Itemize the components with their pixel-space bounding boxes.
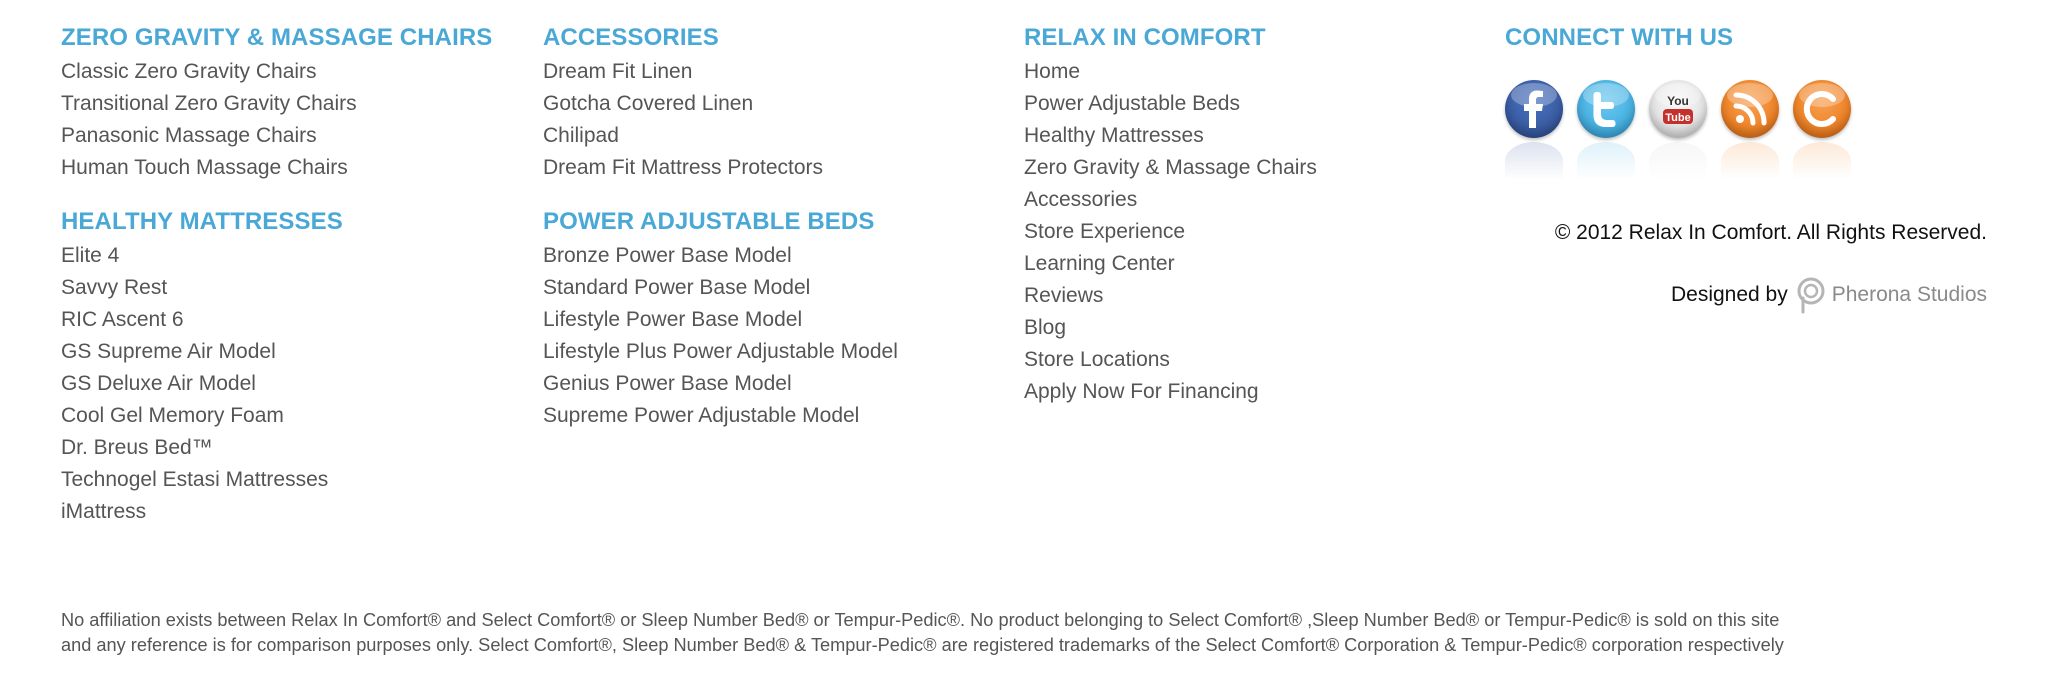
svg-text:You: You <box>1667 94 1689 108</box>
footer-link[interactable]: Chilipad <box>543 120 898 152</box>
youtube-icon[interactable]: You Tube <box>1649 80 1707 138</box>
disclaimer-line-2: and any reference is for comparison purp… <box>61 635 1784 655</box>
footer-link[interactable]: Healthy Mattresses <box>1024 120 1317 152</box>
footer-link[interactable]: Accessories <box>1024 184 1317 216</box>
pherona-studios-name: Pherona Studios <box>1831 283 1987 306</box>
section-title: ACCESSORIES <box>543 24 719 51</box>
section-zero-gravity: ZERO GRAVITY & MASSAGE CHAIRS Classic Ze… <box>61 22 492 184</box>
footer-link[interactable]: Lifestyle Plus Power Adjustable Model <box>543 336 898 368</box>
nav-link-home[interactable]: Home <box>1024 56 1317 88</box>
footer-link[interactable]: Apply Now For Financing <box>1024 376 1317 408</box>
section-title: ZERO GRAVITY & MASSAGE CHAIRS <box>61 24 493 51</box>
disclaimer: No affiliation exists between Relax In C… <box>61 608 2011 658</box>
section-title: HEALTHY MATTRESSES <box>61 208 343 235</box>
section-relax-in-comfort: RELAX IN COMFORT Home Power Adjustable B… <box>1024 22 1317 408</box>
pherona-studios-link[interactable]: Pherona Studios <box>1794 276 1987 314</box>
footer-link[interactable]: Dream Fit Mattress Protectors <box>543 152 898 184</box>
footer-link[interactable]: Reviews <box>1024 280 1317 312</box>
footer-link[interactable]: Transitional Zero Gravity Chairs <box>61 88 492 120</box>
footer-link[interactable]: Power Adjustable Beds <box>1024 88 1317 120</box>
copyright-text: © 2012 Relax In Comfort. All Rights Rese… <box>1554 221 1987 244</box>
designed-by-label: Designed by <box>1670 283 1788 306</box>
facebook-glyph <box>1524 90 1543 128</box>
footer-link[interactable]: Dr. Breus Bed™ <box>61 432 492 464</box>
footer-link[interactable]: Savvy Rest <box>61 272 492 304</box>
footer-link[interactable]: Standard Power Base Model <box>543 272 898 304</box>
link-list: Dream Fit Linen Gotcha Covered Linen Chi… <box>543 56 898 184</box>
footer-link[interactable]: Elite 4 <box>61 240 492 272</box>
rss-glyph <box>1733 92 1767 126</box>
rss-icon[interactable] <box>1721 80 1779 138</box>
blog-glyph <box>1803 91 1836 127</box>
section-power-adjustable-beds: POWER ADJUSTABLE BEDS Bronze Power Base … <box>543 206 898 432</box>
section-title: RELAX IN COMFORT <box>1024 24 1266 51</box>
footer-column-1: ZERO GRAVITY & MASSAGE CHAIRS Classic Ze… <box>61 22 492 528</box>
youtube-glyph: You Tube <box>1663 94 1693 124</box>
footer-link[interactable]: Lifestyle Power Base Model <box>543 304 898 336</box>
section-title: POWER ADJUSTABLE BEDS <box>543 208 875 235</box>
footer-link[interactable]: Zero Gravity & Massage Chairs <box>1024 152 1317 184</box>
footer-link[interactable]: iMattress <box>61 496 492 528</box>
footer-link[interactable]: Supreme Power Adjustable Model <box>543 400 898 432</box>
footer-column-3: RELAX IN COMFORT Home Power Adjustable B… <box>1024 22 1317 408</box>
designed-by: Designed by Pherona Studios <box>1671 276 1987 314</box>
footer-column-2: ACCESSORIES Dream Fit Linen Gotcha Cover… <box>543 22 898 432</box>
connect-title: CONNECT WITH US <box>1505 24 1734 51</box>
facebook-icon[interactable] <box>1505 80 1563 138</box>
footer-column-4: CONNECT WITH US <box>1505 22 1733 56</box>
footer-link[interactable]: Human Touch Massage Chairs <box>61 152 492 184</box>
blog-icon[interactable] <box>1793 80 1851 138</box>
footer-link[interactable]: Technogel Estasi Mattresses <box>61 464 492 496</box>
twitter-glyph <box>1593 92 1616 127</box>
footer-link[interactable]: RIC Ascent 6 <box>61 304 492 336</box>
section-healthy-mattresses: HEALTHY MATTRESSES Elite 4 Savvy Rest RI… <box>61 206 492 528</box>
footer-link[interactable]: Gotcha Covered Linen <box>543 88 898 120</box>
footer-link[interactable]: GS Supreme Air Model <box>61 336 492 368</box>
link-list: Elite 4 Savvy Rest RIC Ascent 6 GS Supre… <box>61 240 492 528</box>
footer-link[interactable]: Dream Fit Linen <box>543 56 898 88</box>
section-accessories: ACCESSORIES Dream Fit Linen Gotcha Cover… <box>543 22 898 184</box>
link-list: Home Power Adjustable Beds Healthy Mattr… <box>1024 56 1317 408</box>
svg-text:Tube: Tube <box>1665 112 1690 124</box>
footer-link[interactable]: Genius Power Base Model <box>543 368 898 400</box>
footer-link[interactable]: Bronze Power Base Model <box>543 240 898 272</box>
footer-link[interactable]: Store Experience <box>1024 216 1317 248</box>
footer-link[interactable]: Blog <box>1024 312 1317 344</box>
twitter-icon[interactable] <box>1577 80 1635 138</box>
footer-link[interactable]: Learning Center <box>1024 248 1317 280</box>
pherona-logo-icon <box>1797 277 1825 314</box>
footer-link[interactable]: Store Locations <box>1024 344 1317 376</box>
footer-link[interactable]: Classic Zero Gravity Chairs <box>61 56 492 88</box>
footer-link[interactable]: Panasonic Massage Chairs <box>61 120 492 152</box>
footer-link[interactable]: Cool Gel Memory Foam <box>61 400 492 432</box>
link-list: Classic Zero Gravity Chairs Transitional… <box>61 56 492 184</box>
footer-link[interactable]: GS Deluxe Air Model <box>61 368 492 400</box>
disclaimer-line-1: No affiliation exists between Relax In C… <box>61 610 1780 630</box>
link-list: Bronze Power Base Model Standard Power B… <box>543 240 898 432</box>
